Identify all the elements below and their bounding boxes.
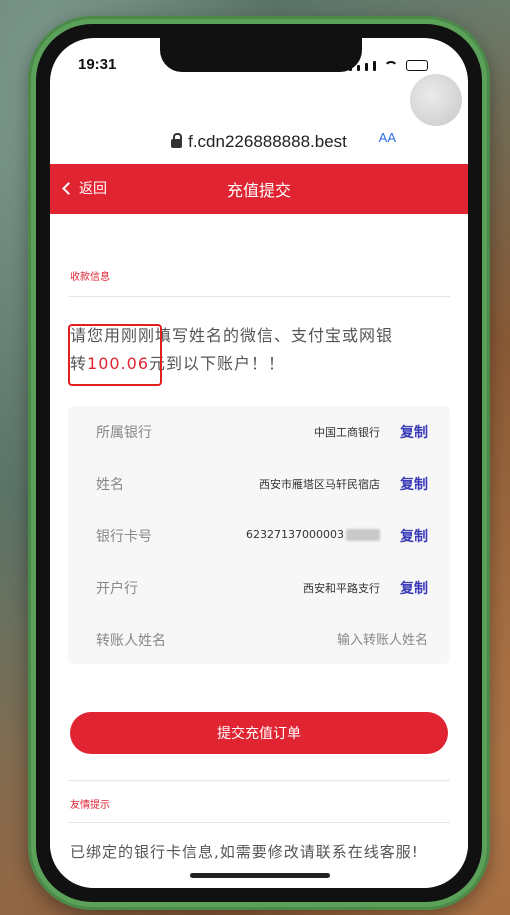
row-value: 西安和平路支行	[303, 582, 380, 595]
status-time: 19:31	[78, 56, 117, 73]
address-bar[interactable]: f.cdn226888888.best	[50, 124, 468, 160]
back-button[interactable]: 返回	[62, 178, 107, 198]
signal-icon	[373, 61, 376, 71]
tips-section-label: 友情提示	[70, 800, 110, 811]
wifi-icon	[384, 61, 398, 71]
row-label: 银行卡号	[96, 529, 152, 545]
phone-case: 19:31 f.cdn226888888.best AA 返回 充值提交 收款信…	[28, 16, 490, 910]
page-content: 收款信息 请您用刚刚填写姓名的微信、支付宝或网银 转100.06元到以下账户！！…	[50, 214, 468, 888]
row-value: 西安市雁塔区马轩民宿店	[259, 478, 380, 491]
signal-icon	[357, 65, 360, 71]
info-row-name: 姓名 西安市雁塔区马轩民宿店 复制	[68, 458, 450, 510]
submit-order-button[interactable]: 提交充值订单	[70, 712, 448, 754]
phone-screen: 19:31 f.cdn226888888.best AA 返回 充值提交 收款信…	[50, 38, 468, 888]
divider	[68, 822, 450, 823]
signal-icon	[365, 63, 368, 71]
row-label: 转账人姓名	[96, 633, 166, 649]
row-label: 开户行	[96, 581, 138, 597]
card-number-text: 62327137000003	[246, 528, 344, 541]
chevron-left-icon	[62, 181, 75, 195]
payee-section-label: 收款信息	[70, 272, 110, 283]
copy-bank-button[interactable]: 复制	[400, 422, 428, 442]
status-icons	[349, 60, 428, 71]
divider	[68, 296, 450, 297]
bank-info-card: 所属银行 中国工商银行 复制 姓名 西安市雁塔区马轩民宿店 复制 银行卡号 62…	[68, 406, 450, 664]
row-label: 姓名	[96, 477, 124, 493]
phone-bezel: 19:31 f.cdn226888888.best AA 返回 充值提交 收款信…	[36, 24, 482, 902]
tips-text: 已绑定的银行卡信息,如需要修改请联系在线客服!	[70, 843, 419, 861]
row-value: 62327137000003	[246, 528, 380, 541]
info-row-bank: 所属银行 中国工商银行 复制	[68, 406, 450, 458]
page-title: 充值提交	[226, 181, 291, 200]
battery-icon	[406, 60, 428, 71]
divider	[68, 780, 450, 781]
row-value: 中国工商银行	[314, 426, 380, 439]
info-row-payer: 转账人姓名	[68, 614, 450, 666]
notice-line-2-suffix: 元到以下账户！！	[149, 354, 286, 373]
copy-branch-button[interactable]: 复制	[400, 578, 428, 598]
lock-icon	[171, 132, 183, 150]
camera-notch	[160, 38, 362, 72]
copy-card-number-button[interactable]: 复制	[400, 526, 428, 546]
back-label: 返回	[79, 181, 107, 197]
home-indicator[interactable]	[190, 873, 330, 878]
reader-settings-button[interactable]: AA	[379, 130, 396, 145]
info-row-branch: 开户行 西安和平路支行 复制	[68, 562, 450, 614]
row-label: 所属银行	[96, 425, 152, 441]
amount-highlight-box	[68, 324, 162, 386]
payer-name-input[interactable]	[248, 628, 428, 652]
nav-bar: 返回 充值提交	[50, 164, 468, 214]
assistive-touch-button[interactable]	[410, 74, 462, 126]
info-row-card-number: 银行卡号 62327137000003 复制	[68, 510, 450, 562]
copy-name-button[interactable]: 复制	[400, 474, 428, 494]
redaction-blur	[346, 529, 380, 541]
url-text: f.cdn226888888.best	[188, 132, 347, 151]
